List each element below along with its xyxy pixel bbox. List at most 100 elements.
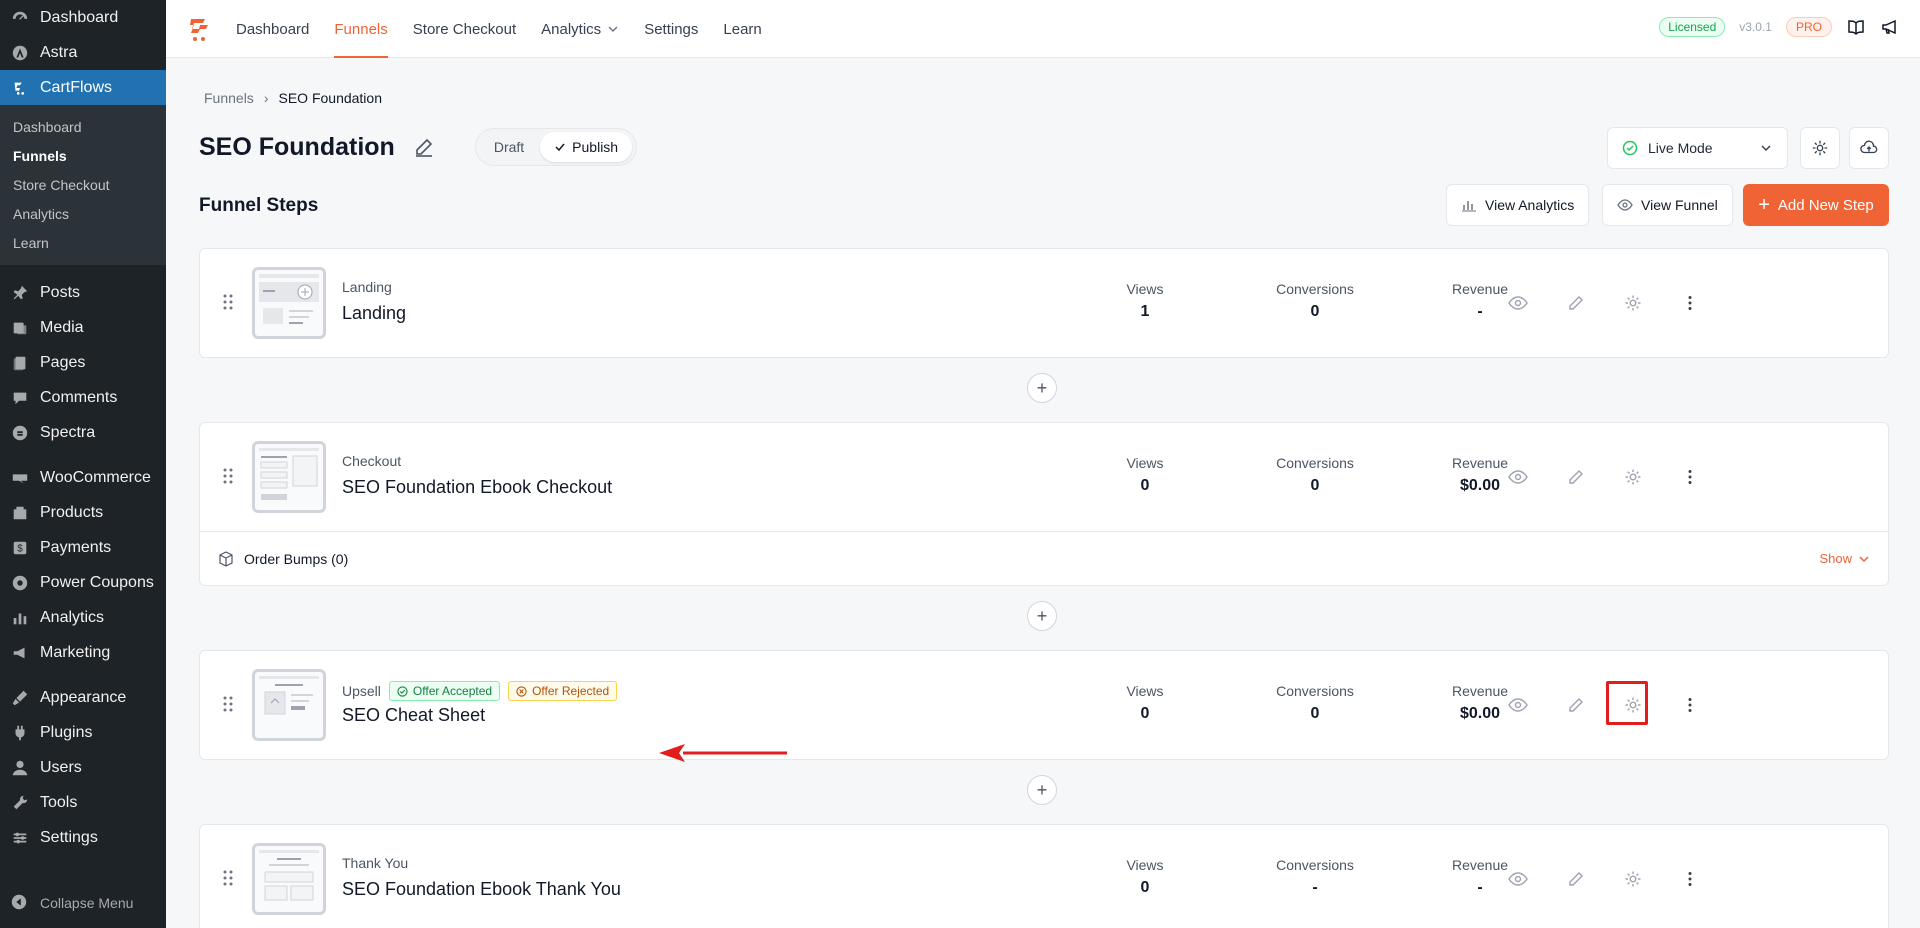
conversions-label: Conversions: [1276, 281, 1354, 297]
add-step-between-button[interactable]: +: [1027, 601, 1057, 631]
submenu-store-checkout[interactable]: Store Checkout: [0, 170, 166, 199]
publish-option[interactable]: Publish: [540, 132, 633, 162]
more-vertical-icon: [1688, 872, 1692, 886]
show-order-bumps-button[interactable]: Show: [1819, 551, 1870, 566]
sidebar-item-settings[interactable]: Settings: [0, 820, 166, 855]
step-type: Thank You: [342, 855, 409, 871]
sidebar-item-products[interactable]: Products: [0, 495, 166, 530]
edit-title-icon[interactable]: [413, 136, 435, 158]
sidebar-label: Astra: [40, 43, 78, 61]
edit-step-button[interactable]: [1563, 464, 1589, 490]
sidebar-item-users[interactable]: Users: [0, 750, 166, 785]
view-step-button[interactable]: [1505, 464, 1531, 490]
users-icon: [10, 758, 30, 778]
more-options-button[interactable]: [1677, 290, 1703, 316]
metric-conversions: Conversions 0: [1250, 281, 1380, 321]
sidebar-label: Marketing: [40, 643, 111, 661]
edit-step-button[interactable]: [1563, 692, 1589, 718]
drag-handle-icon[interactable]: [222, 467, 234, 485]
nav-settings[interactable]: Settings: [644, 0, 698, 58]
breadcrumb-separator-icon: ›: [263, 90, 269, 106]
drag-handle-icon[interactable]: [222, 869, 234, 887]
sidebar-item-pages[interactable]: Pages: [0, 345, 166, 380]
step-card-landing: Landing Landing Views 1 Conversions 0 Reve…: [199, 248, 1889, 358]
sidebar-item-posts[interactable]: Posts: [0, 275, 166, 310]
step-name[interactable]: SEO Foundation Ebook Checkout: [342, 477, 612, 498]
sidebar-label: Appearance: [40, 688, 127, 706]
step-thumbnail[interactable]: [252, 843, 326, 915]
add-step-between-button[interactable]: +: [1027, 775, 1057, 805]
view-funnel-button[interactable]: View Funnel: [1602, 184, 1733, 226]
step-thumbnail[interactable]: [252, 441, 326, 513]
step-thumbnail[interactable]: [252, 267, 326, 339]
offer-rejected-tag[interactable]: Offer Rejected: [508, 681, 618, 701]
view-step-button[interactable]: [1505, 866, 1531, 892]
more-options-button[interactable]: [1677, 866, 1703, 892]
step-settings-button[interactable]: [1620, 866, 1646, 892]
book-icon[interactable]: [1846, 17, 1866, 37]
step-settings-button[interactable]: [1620, 290, 1646, 316]
nav-analytics[interactable]: Analytics: [541, 0, 619, 58]
export-button[interactable]: [1849, 127, 1889, 169]
view-analytics-button[interactable]: View Analytics: [1446, 184, 1590, 226]
submenu-funnels[interactable]: Funnels: [0, 141, 166, 170]
mode-select[interactable]: Live Mode: [1607, 127, 1788, 169]
conversions-value: 0: [1310, 705, 1320, 722]
sidebar-label: Dashboard: [40, 8, 119, 26]
draft-option[interactable]: Draft: [480, 132, 538, 162]
chevron-down-icon: [608, 26, 618, 32]
more-options-button[interactable]: [1677, 692, 1703, 718]
sidebar-item-plugins[interactable]: Plugins: [0, 715, 166, 750]
step-thumbnail[interactable]: [252, 669, 326, 741]
drag-handle-icon[interactable]: [222, 695, 234, 713]
sidebar-item-astra[interactable]: Astra: [0, 35, 166, 70]
step-type-row: Upsell Offer Accepted Offer Rejected: [342, 681, 618, 701]
sidebar-label: Posts: [40, 283, 81, 301]
sidebar-item-dashboard[interactable]: Dashboard: [0, 0, 166, 35]
spectra-icon: [10, 423, 30, 443]
step-name[interactable]: SEO Foundation Ebook Thank You: [342, 879, 621, 900]
sidebar-item-comments[interactable]: Comments: [0, 380, 166, 415]
more-options-button[interactable]: [1677, 464, 1703, 490]
sidebar-item-spectra[interactable]: Spectra: [0, 415, 166, 450]
sidebar-item-payments[interactable]: $ Payments: [0, 530, 166, 565]
offer-accepted-tag[interactable]: Offer Accepted: [388, 681, 501, 701]
submenu-learn[interactable]: Learn: [0, 228, 166, 257]
view-step-button[interactable]: [1505, 290, 1531, 316]
step-name[interactable]: SEO Cheat Sheet: [342, 705, 485, 726]
submenu-dashboard[interactable]: Dashboard: [0, 112, 166, 141]
nav-dashboard[interactable]: Dashboard: [236, 0, 309, 58]
nav-learn[interactable]: Learn: [723, 0, 761, 58]
plus-icon: +: [1758, 194, 1770, 216]
breadcrumb-funnels[interactable]: Funnels: [204, 90, 254, 106]
funnel-settings-button[interactable]: [1800, 127, 1840, 169]
sidebar-item-appearance[interactable]: Appearance: [0, 680, 166, 715]
check-circle-icon: [397, 685, 408, 697]
sidebar-item-woocommerce[interactable]: WooCommerce: [0, 460, 166, 495]
add-new-step-button[interactable]: + Add New Step: [1743, 184, 1889, 226]
pro-badge: PRO: [1785, 17, 1832, 37]
sidebar-item-marketing[interactable]: Marketing: [0, 635, 166, 670]
breadcrumb-current: SEO Foundation: [278, 90, 382, 106]
sidebar-item-media[interactable]: Media: [0, 310, 166, 345]
view-step-button[interactable]: [1505, 692, 1531, 718]
sidebar-item-analytics[interactable]: Analytics: [0, 600, 166, 635]
edit-step-button[interactable]: [1563, 290, 1589, 316]
drag-handle-icon[interactable]: [222, 293, 234, 311]
sidebar-item-tools[interactable]: Tools: [0, 785, 166, 820]
collapse-menu-button[interactable]: Collapse Menu: [0, 888, 166, 918]
add-step-between-button[interactable]: +: [1027, 373, 1057, 403]
cartflows-logo[interactable]: [185, 15, 213, 43]
step-name[interactable]: Landing: [342, 303, 406, 324]
gear-icon: [1625, 871, 1641, 887]
submenu-analytics[interactable]: Analytics: [0, 199, 166, 228]
sidebar-item-cartflows[interactable]: CartFlows: [0, 70, 166, 105]
megaphone-icon[interactable]: [1880, 17, 1900, 37]
sidebar-item-power-coupons[interactable]: Power Coupons: [0, 565, 166, 600]
step-settings-button[interactable]: [1620, 464, 1646, 490]
nav-store-checkout[interactable]: Store Checkout: [413, 0, 516, 58]
nav-funnels[interactable]: Funnels: [334, 0, 389, 58]
pages-icon: [10, 353, 30, 373]
sidebar-label: WooCommerce: [40, 468, 151, 486]
edit-step-button[interactable]: [1563, 866, 1589, 892]
